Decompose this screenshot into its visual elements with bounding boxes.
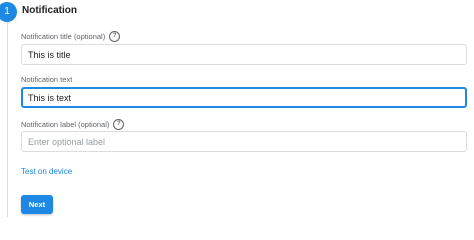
next-button[interactable]: Next	[21, 195, 53, 214]
step-number-badge: 1	[0, 2, 17, 22]
notification-label-label: Notification label (optional) ?	[21, 119, 125, 130]
help-icon[interactable]: ?	[109, 31, 121, 42]
notification-title-label-text: Notification title (optional)	[21, 32, 106, 41]
notification-label-label-text: Notification label (optional)	[21, 120, 110, 129]
notification-title-input[interactable]	[21, 44, 467, 65]
notification-text-label-text: Notification text	[21, 75, 73, 84]
help-icon[interactable]: ?	[113, 119, 125, 130]
notification-text-input[interactable]	[21, 87, 467, 108]
test-on-device-link[interactable]: Test on device	[21, 167, 72, 176]
notification-text-label: Notification text	[21, 75, 72, 84]
step-title: Notification	[22, 5, 77, 16]
stepper-line	[7, 22, 8, 217]
notification-title-label: Notification title (optional) ?	[21, 31, 121, 42]
notification-label-input[interactable]	[21, 131, 467, 152]
